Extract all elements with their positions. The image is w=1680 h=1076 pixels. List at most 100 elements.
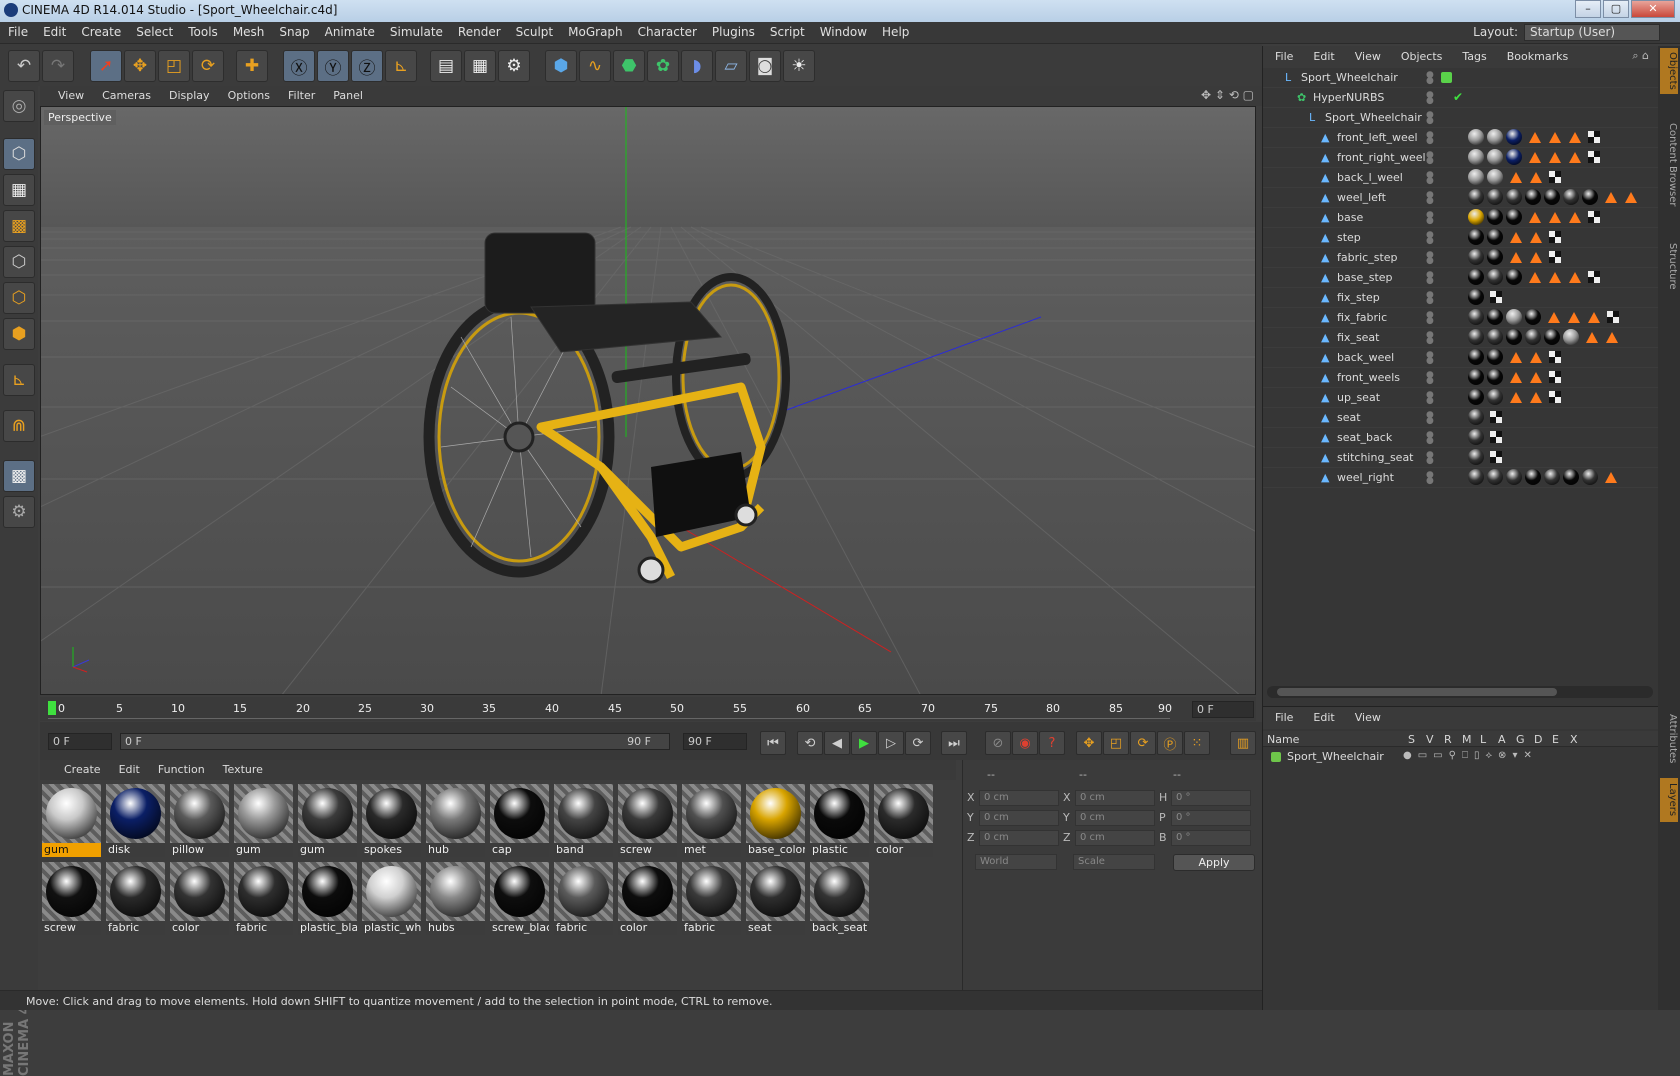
visibility-dots-icon[interactable]: ● ● — [1426, 151, 1434, 166]
material-name[interactable]: fabric — [106, 921, 165, 935]
material-swatch[interactable]: back_seat — [810, 862, 869, 935]
viewport-menu-view[interactable]: View — [48, 86, 92, 102]
material-swatch[interactable]: plastic — [810, 784, 869, 857]
object-row[interactable]: ▲ front_weels ● ● — [1263, 368, 1659, 388]
material-name[interactable]: gum — [234, 843, 293, 857]
soft-selection-icon[interactable]: ⚙ — [3, 496, 35, 528]
object-row[interactable]: ▲ fabric_step ● ● — [1263, 248, 1659, 268]
perspective-viewport[interactable]: Perspective — [40, 106, 1256, 695]
object-scroll-thumb[interactable] — [1277, 688, 1557, 696]
camera-icon[interactable]: ◙ — [749, 50, 781, 82]
material-tag-icon[interactable] — [1506, 209, 1522, 225]
viewport-menu-cameras[interactable]: Cameras — [92, 86, 159, 102]
layout-dropdown[interactable]: Startup (User) — [1524, 24, 1660, 41]
timeline-track[interactable]: 0 5 10 15 20 25 30 35 40 45 50 55 60 65 … — [48, 701, 1172, 719]
material-name[interactable]: plastic_whi — [362, 921, 421, 935]
obj-menu-bookmarks[interactable]: Bookmarks — [1495, 46, 1576, 63]
layer-row-name[interactable]: Sport_Wheelchair — [1287, 750, 1384, 763]
material-tag-icon[interactable] — [1468, 449, 1484, 465]
material-tag-icon[interactable] — [1506, 189, 1522, 205]
points-mode-icon[interactable]: ⬡ — [3, 246, 35, 278]
object-row[interactable]: ▲ up_seat ● ● — [1263, 388, 1659, 408]
phong-tag-icon[interactable] — [1606, 331, 1618, 343]
object-row[interactable]: ▲ seat_back ● ● — [1263, 428, 1659, 448]
material-tag-icon[interactable] — [1544, 469, 1560, 485]
material-tag-icon[interactable] — [1468, 469, 1484, 485]
viewport-nav-icons[interactable]: ✥ ⇕ ⟲ ▢ — [1201, 88, 1254, 102]
layer-toggle-icons[interactable]: ●▭▭⚲⎕▯⟡⊗▾✕ — [1403, 750, 1538, 761]
material-tag-icon[interactable] — [1506, 309, 1522, 325]
minimize-button[interactable]: – — [1575, 0, 1601, 18]
material-menu-create[interactable]: Create — [54, 760, 109, 776]
obj-search-icon[interactable]: ⌕ ⌂ — [1632, 49, 1649, 63]
material-menu-edit[interactable]: Edit — [109, 760, 148, 776]
object-row[interactable]: ✿ HyperNURBS ● ● ✔ — [1263, 88, 1659, 108]
previous-key-icon[interactable]: ⟲ — [797, 731, 823, 755]
material-name[interactable]: base_color — [746, 843, 805, 857]
object-name[interactable]: seat — [1337, 411, 1361, 424]
phong-tag-icon[interactable] — [1530, 251, 1542, 263]
visibility-dots-icon[interactable]: ● ● — [1426, 71, 1434, 86]
material-tag-icon[interactable] — [1487, 249, 1503, 265]
floor-icon[interactable]: ▱ — [715, 50, 747, 82]
object-name[interactable]: fix_seat — [1337, 331, 1380, 344]
material-tag-icon[interactable] — [1468, 209, 1484, 225]
end-frame-field[interactable]: 90 F — [683, 733, 747, 750]
material-name[interactable]: fabric — [234, 921, 293, 935]
layer-menu-view[interactable]: View — [1343, 707, 1389, 724]
coord-position-z[interactable]: 0 cm — [979, 830, 1059, 846]
object-name[interactable]: Sport_Wheelchair — [1301, 71, 1398, 84]
visibility-dots-icon[interactable]: ● ● — [1426, 191, 1434, 206]
tab-attributes[interactable]: Attributes — [1660, 706, 1678, 772]
obj-menu-tags[interactable]: Tags — [1450, 46, 1494, 63]
material-swatch[interactable]: screw_blac — [490, 862, 549, 935]
menu-select[interactable]: Select — [128, 22, 180, 39]
visibility-dots-icon[interactable]: ● ● — [1426, 231, 1434, 246]
material-tag-icon[interactable] — [1487, 269, 1503, 285]
visibility-dots-icon[interactable]: ● ● — [1426, 451, 1434, 466]
visibility-dots-icon[interactable]: ● ● — [1426, 171, 1434, 186]
coord-position-x[interactable]: 0 cm — [979, 790, 1059, 806]
object-row[interactable]: ▲ fix_seat ● ● — [1263, 328, 1659, 348]
material-swatch[interactable]: band — [554, 784, 613, 857]
phong-tag-icon[interactable] — [1529, 271, 1541, 283]
material-name[interactable]: disk — [106, 843, 165, 857]
move-icon[interactable]: ✥ — [124, 50, 156, 82]
material-name[interactable]: gum — [42, 843, 101, 857]
phong-tag-icon[interactable] — [1588, 311, 1600, 323]
coord-size-z[interactable]: 0 cm — [1075, 830, 1155, 846]
workplane-lock-icon[interactable]: ▩ — [3, 460, 35, 492]
object-row[interactable]: L Sport_Wheelchair ● ● — [1263, 68, 1659, 88]
phong-tag-icon[interactable] — [1605, 471, 1617, 483]
coord-mode-dropdown[interactable]: World — [975, 854, 1057, 870]
phong-tag-icon[interactable] — [1530, 231, 1542, 243]
material-name[interactable]: band — [554, 843, 613, 857]
material-swatch[interactable]: spokes — [362, 784, 421, 857]
y-axis-icon[interactable]: Ⓨ — [317, 50, 349, 82]
menu-window[interactable]: Window — [812, 22, 874, 39]
phong-tag-icon[interactable] — [1605, 191, 1617, 203]
coord-size-mode-dropdown[interactable]: Scale — [1073, 854, 1155, 870]
phong-tag-icon[interactable] — [1510, 391, 1522, 403]
phong-tag-icon[interactable] — [1529, 151, 1541, 163]
object-row[interactable]: ▲ front_right_weel ● ● — [1263, 148, 1659, 168]
material-tag-icon[interactable] — [1506, 269, 1522, 285]
material-swatch[interactable]: fabric — [554, 862, 613, 935]
texture-tag-icon[interactable] — [1549, 251, 1561, 263]
z-axis-icon[interactable]: Ⓩ — [351, 50, 383, 82]
material-menu-texture[interactable]: Texture — [213, 760, 271, 776]
record-keys-icon[interactable]: ⊘ — [985, 731, 1011, 755]
viewport-menu-display[interactable]: Display — [159, 86, 218, 102]
phong-tag-icon[interactable] — [1568, 311, 1580, 323]
object-row[interactable]: ▲ weel_right ● ● — [1263, 468, 1659, 488]
rotate-icon[interactable]: ⟳ — [192, 50, 224, 82]
material-swatch[interactable]: fabric — [106, 862, 165, 935]
material-name[interactable]: met — [682, 843, 741, 857]
visibility-dots-icon[interactable]: ● ● — [1426, 351, 1434, 366]
material-tag-icon[interactable] — [1487, 349, 1503, 365]
autokey-icon[interactable]: ◉ — [1012, 731, 1038, 755]
object-name[interactable]: base_step — [1337, 271, 1393, 284]
phong-tag-icon[interactable] — [1549, 271, 1561, 283]
material-name[interactable]: plastic — [810, 843, 869, 857]
timeline-ruler[interactable]: 0 5 10 15 20 25 30 35 40 45 50 55 60 65 … — [40, 697, 1256, 721]
